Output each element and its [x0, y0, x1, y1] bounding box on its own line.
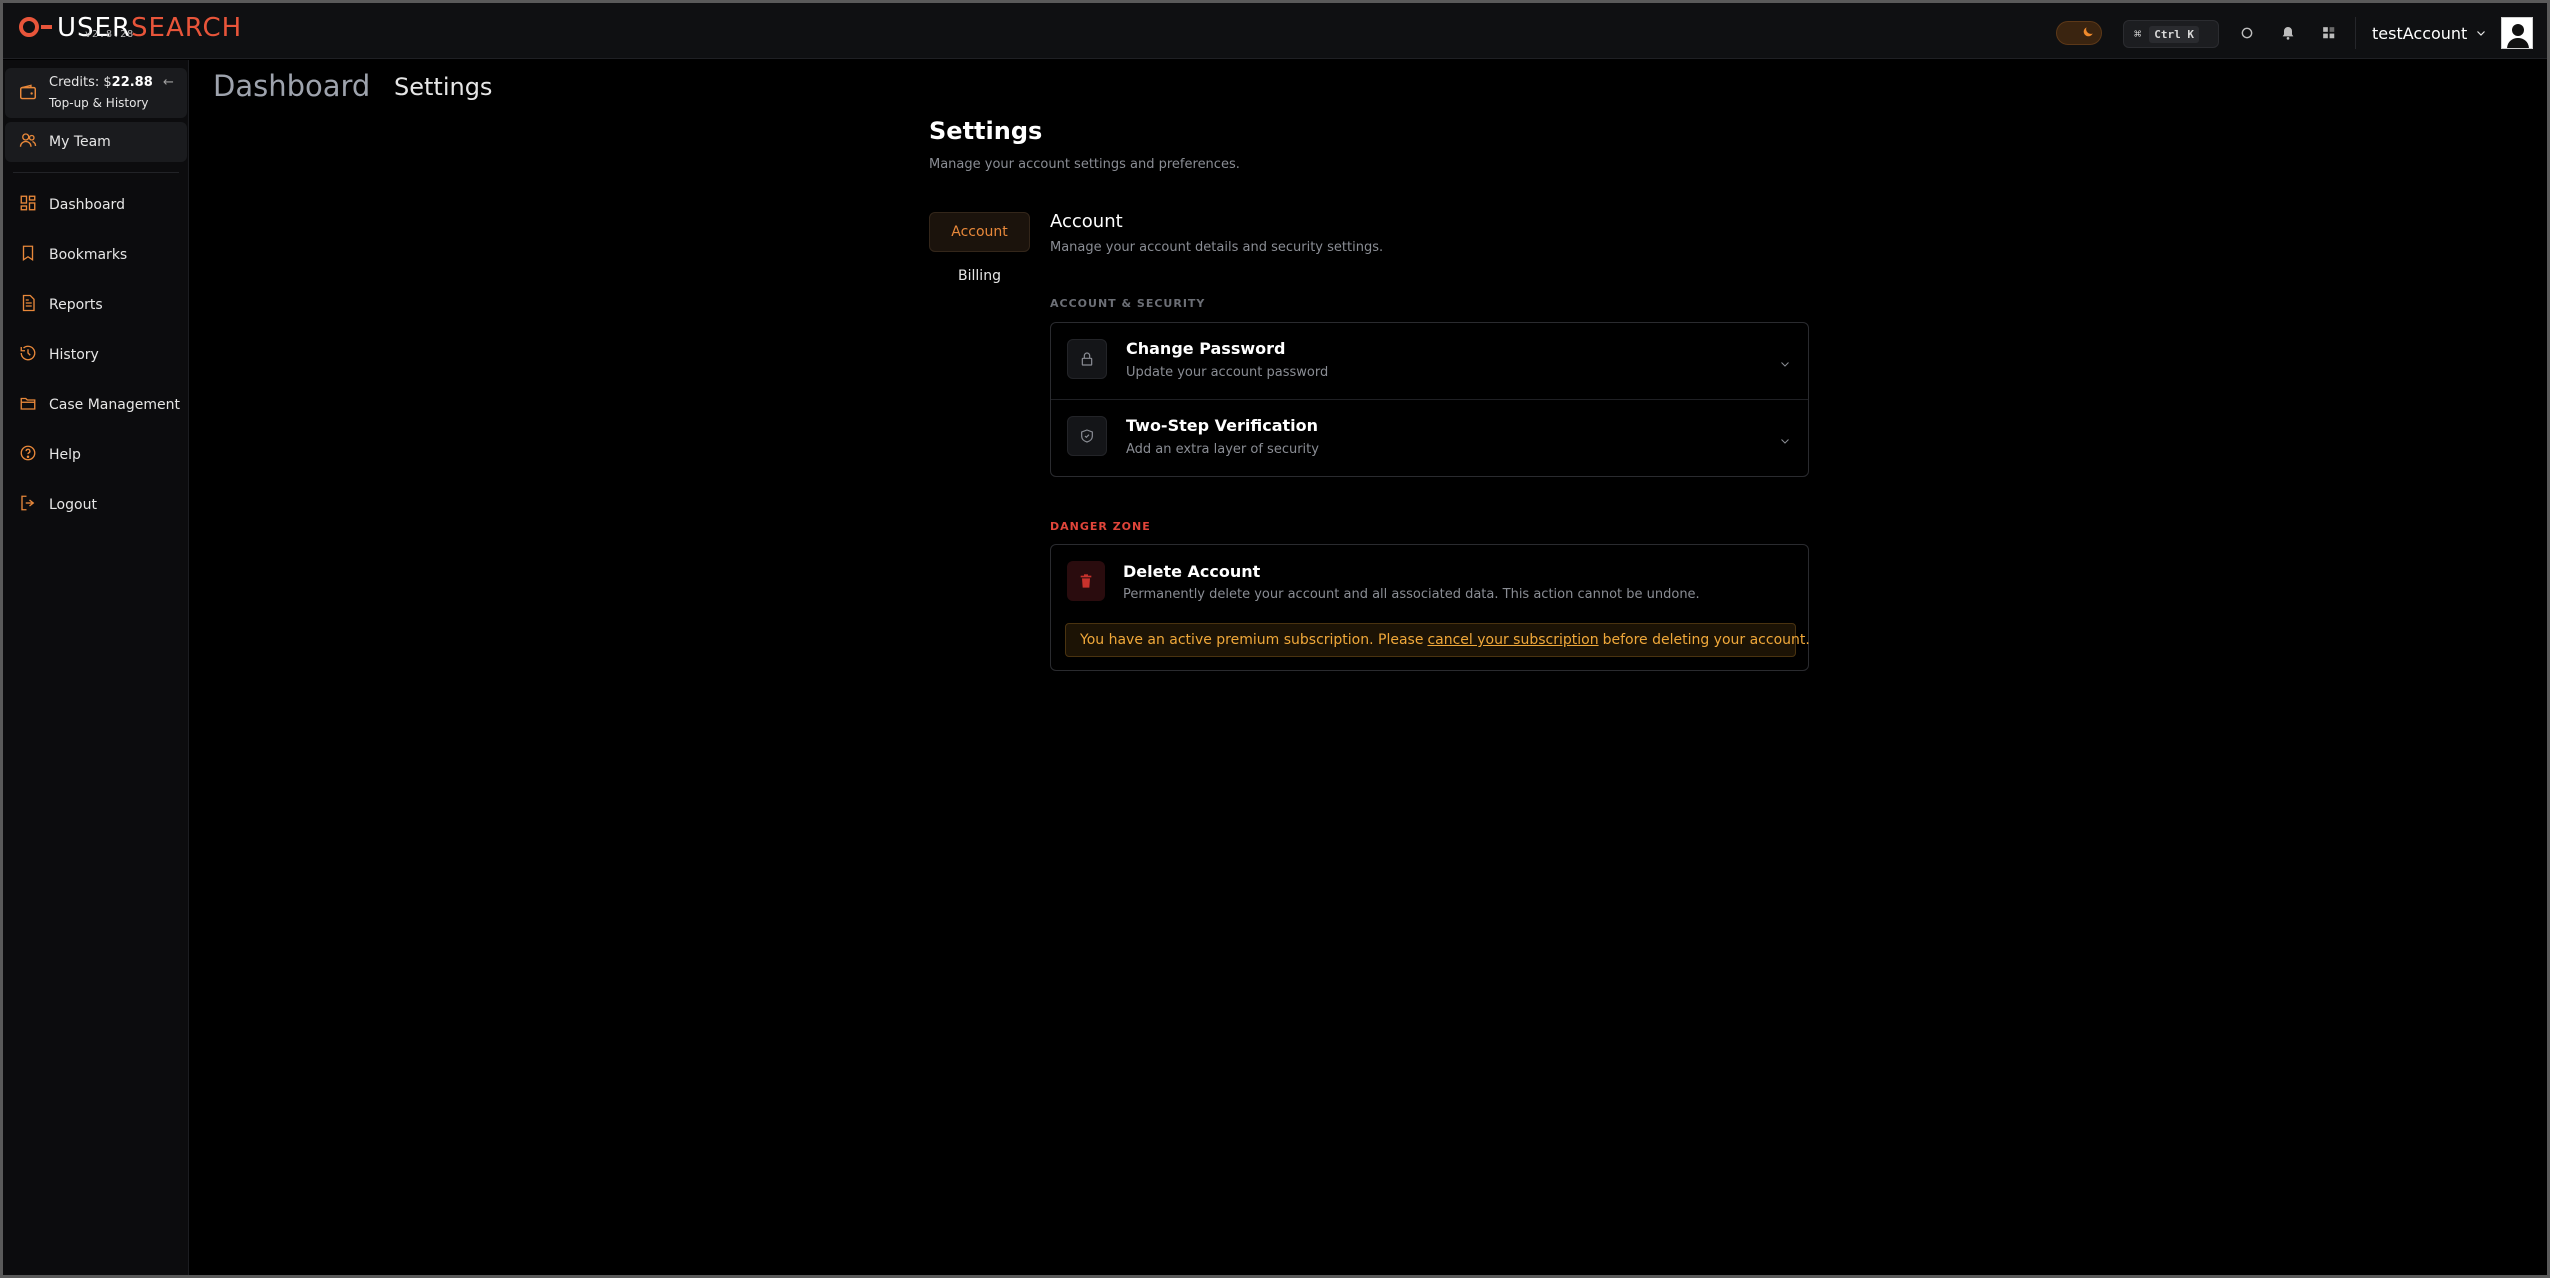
section-title: Account [1050, 211, 1123, 232]
sidebar-item-logout[interactable]: Logout [3, 480, 189, 530]
sidebar-item-history[interactable]: History [3, 330, 189, 380]
top-bar: USERSEARCH v2.8.28 ⌘ Ctrl K testAccount [3, 3, 2547, 59]
tab-billing[interactable]: Billing [929, 258, 1030, 294]
sidebar: Credits: $22.88 Top-up & History ← My Te… [3, 60, 189, 1275]
credits-value: 22.88 [111, 75, 153, 90]
account-selector[interactable]: testAccount [2355, 17, 2487, 49]
grid-icon[interactable] [2319, 23, 2339, 43]
sidebar-item-label: Dashboard [49, 197, 125, 213]
users-icon [19, 131, 37, 153]
command-icon: ⌘ [2134, 27, 2142, 41]
danger-zone-label: DANGER ZONE [1050, 520, 1151, 533]
search-circle-icon[interactable] [2237, 23, 2257, 43]
two-step-verification-row[interactable]: Two-Step Verification Add an extra layer… [1051, 400, 1808, 477]
chevron-down-icon [2475, 24, 2487, 43]
shortcut-keys: Ctrl K [2149, 25, 2199, 43]
trash-icon[interactable] [1067, 561, 1105, 601]
section-subtitle: Manage your account details and security… [1050, 240, 1384, 255]
sidebar-item-label: Bookmarks [49, 247, 128, 263]
breadcrumb-dashboard[interactable]: Dashboard [213, 69, 370, 103]
tab-account[interactable]: Account [929, 212, 1030, 252]
sidebar-item-reports[interactable]: Reports [3, 280, 189, 330]
sidebar-item-case-management[interactable]: Case Management [3, 380, 189, 430]
credits-label: Credits: $22.88 [49, 75, 153, 90]
dashboard-icon [19, 194, 37, 216]
warning-text: You have an active premium subscription.… [1080, 632, 1424, 648]
row-title: Two-Step Verification [1126, 416, 1319, 435]
change-password-row[interactable]: Change Password Update your account pass… [1051, 323, 1808, 400]
section-label: ACCOUNT & SECURITY [1050, 297, 1206, 310]
collapse-arrow-icon[interactable]: ← [163, 75, 174, 90]
sidebar-item-label: My Team [49, 134, 111, 150]
avatar[interactable] [2501, 17, 2533, 49]
shield-icon [1067, 416, 1107, 456]
sidebar-nav: Dashboard Bookmarks Reports History Case… [3, 180, 189, 530]
sidebar-item-label: Case Management [49, 397, 180, 413]
credits-panel[interactable]: Credits: $22.88 Top-up & History ← [5, 68, 187, 118]
theme-toggle[interactable] [2056, 21, 2102, 45]
page-subtitle: Manage your account settings and prefere… [929, 157, 1240, 172]
command-palette-button[interactable]: ⌘ Ctrl K [2123, 20, 2219, 48]
danger-zone-card: Delete Account Permanently delete your a… [1050, 544, 1810, 671]
sidebar-item-my-team[interactable]: My Team [5, 122, 187, 162]
logout-icon [19, 494, 37, 516]
chevron-down-icon [1779, 355, 1791, 374]
bookmark-icon [19, 244, 37, 266]
help-icon [19, 444, 37, 466]
breadcrumb-settings: Settings [394, 73, 493, 101]
row-description: Add an extra layer of security [1126, 442, 1319, 457]
history-icon [19, 344, 37, 366]
subscription-warning: You have an active premium subscription.… [1065, 623, 1810, 657]
lock-icon [1067, 339, 1107, 379]
moon-icon [2081, 25, 2095, 42]
app-window: USERSEARCH v2.8.28 ⌘ Ctrl K testAccount [3, 3, 2547, 1275]
logo-mark-icon [17, 14, 57, 40]
app-version: v2.8.28 [85, 29, 135, 40]
account-name: testAccount [2372, 23, 2468, 43]
delete-account-description: Permanently delete your account and all … [1123, 587, 1700, 602]
sidebar-item-label: Help [49, 447, 81, 463]
wallet-icon [19, 84, 37, 100]
report-icon [19, 294, 37, 316]
bell-icon[interactable] [2278, 23, 2298, 43]
sidebar-item-dashboard[interactable]: Dashboard [3, 180, 189, 230]
page-title: Settings [929, 117, 1043, 145]
sidebar-item-label: Reports [49, 297, 103, 313]
warning-text-end: before deleting your account. [1602, 632, 1810, 648]
sidebar-item-help[interactable]: Help [3, 430, 189, 480]
row-title: Change Password [1126, 339, 1286, 358]
sidebar-item-label: History [49, 347, 99, 363]
delete-account-title: Delete Account [1123, 562, 1261, 581]
chevron-down-icon [1779, 432, 1791, 451]
folder-icon [19, 394, 37, 416]
top-up-history-link[interactable]: Top-up & History [49, 96, 148, 110]
row-description: Update your account password [1126, 365, 1329, 380]
sidebar-item-label: Logout [49, 497, 97, 513]
sidebar-item-bookmarks[interactable]: Bookmarks [3, 230, 189, 280]
sidebar-divider [13, 172, 179, 173]
account-security-card: Change Password Update your account pass… [1050, 322, 1809, 477]
cancel-subscription-link[interactable]: cancel your subscription [1427, 632, 1598, 648]
